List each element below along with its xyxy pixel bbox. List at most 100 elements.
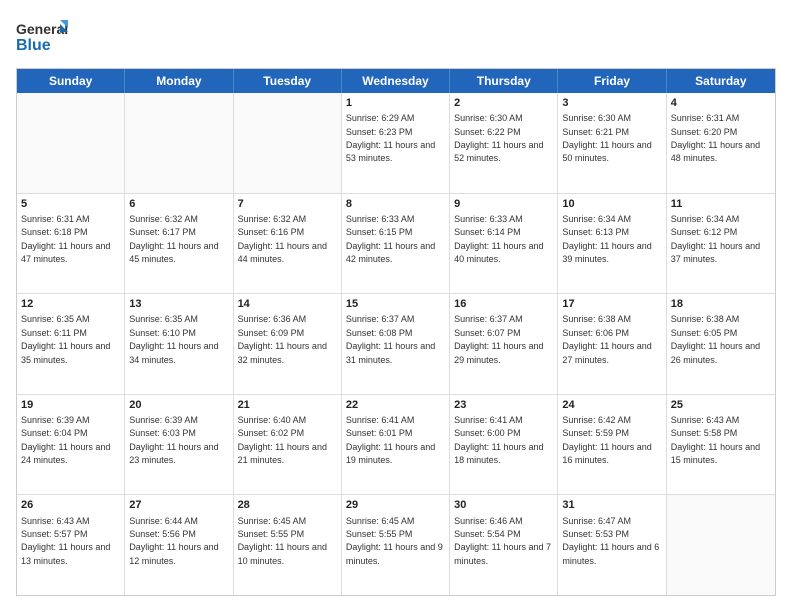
day-info: Sunrise: 6:33 AM Sunset: 6:15 PM Dayligh… [346, 214, 435, 264]
calendar-page: General Blue SundayMondayTuesdayWednesda… [0, 0, 792, 612]
calendar-cell: 1Sunrise: 6:29 AM Sunset: 6:23 PM Daylig… [342, 93, 450, 193]
calendar-cell: 24Sunrise: 6:42 AM Sunset: 5:59 PM Dayli… [558, 395, 666, 495]
calendar-week-row: 1Sunrise: 6:29 AM Sunset: 6:23 PM Daylig… [17, 93, 775, 193]
day-info: Sunrise: 6:32 AM Sunset: 6:16 PM Dayligh… [238, 214, 327, 264]
calendar-cell: 31 Sunrise: 6:47 AM Sunset: 5:53 PM Dayli… [558, 495, 666, 595]
calendar-cell: 28 Sunrise: 6:45 AM Sunset: 5:55 PM Dayli… [234, 495, 342, 595]
day-info: Sunrise: 6:35 AM Sunset: 6:11 PM Dayligh… [21, 314, 110, 364]
day-info: Sunrise: 6:36 AM Sunset: 6:09 PM Dayligh… [238, 314, 327, 364]
day-number: 25 [671, 398, 771, 412]
calendar-cell: 25 Sunrise: 6:43 AM Sunset: 5:58 PM Dayli… [667, 395, 775, 495]
day-info: Sunrise: 6:38 AM Sunset: 6:05 PM Dayligh… [671, 314, 760, 364]
day-info: Sunrise: 6:43 AM Sunset: 5:57 PM Dayligh… [21, 516, 110, 566]
calendar-cell: 23Sunrise: 6:41 AM Sunset: 6:00 PM Dayli… [450, 395, 558, 495]
calendar-cell: 27 Sunrise: 6:44 AM Sunset: 5:56 PM Dayli… [125, 495, 233, 595]
day-number: 12 [21, 297, 120, 311]
calendar-cell: 7 Sunrise: 6:32 AM Sunset: 6:16 PM Daylig… [234, 194, 342, 294]
calendar-cell: 20 Sunrise: 6:39 AM Sunset: 6:03 PM Dayli… [125, 395, 233, 495]
day-info: Sunrise: 6:39 AM Sunset: 6:04 PM Dayligh… [21, 415, 110, 465]
day-info: Sunrise: 6:46 AM Sunset: 5:54 PM Dayligh… [454, 516, 551, 566]
day-number: 11 [671, 197, 771, 211]
svg-text:Blue: Blue [16, 37, 51, 54]
day-info: Sunrise: 6:37 AM Sunset: 6:07 PM Dayligh… [454, 314, 543, 364]
calendar: SundayMondayTuesdayWednesdayThursdayFrid… [16, 68, 776, 596]
day-info: Sunrise: 6:39 AM Sunset: 6:03 PM Dayligh… [129, 415, 218, 465]
calendar-cell: 15 Sunrise: 6:37 AM Sunset: 6:08 PM Dayli… [342, 294, 450, 394]
day-number: 28 [238, 498, 337, 512]
day-info: Sunrise: 6:40 AM Sunset: 6:02 PM Dayligh… [238, 415, 327, 465]
day-info: Sunrise: 6:38 AM Sunset: 6:06 PM Dayligh… [562, 314, 651, 364]
day-of-week-header: Sunday [17, 69, 125, 93]
day-info: Sunrise: 6:30 AM Sunset: 6:22 PM Dayligh… [454, 113, 543, 163]
day-number: 20 [129, 398, 228, 412]
calendar-cell: 6Sunrise: 6:32 AM Sunset: 6:17 PM Daylig… [125, 194, 233, 294]
day-of-week-header: Thursday [450, 69, 558, 93]
day-number: 30 [454, 498, 553, 512]
day-info: Sunrise: 6:32 AM Sunset: 6:17 PM Dayligh… [129, 214, 218, 264]
calendar-body: 1Sunrise: 6:29 AM Sunset: 6:23 PM Daylig… [17, 93, 775, 595]
day-number: 16 [454, 297, 553, 311]
calendar-week-row: 5 Sunrise: 6:31 AM Sunset: 6:18 PM Daylig… [17, 193, 775, 294]
logo-icon: General Blue [16, 16, 68, 58]
calendar-cell: 13 Sunrise: 6:35 AM Sunset: 6:10 PM Dayli… [125, 294, 233, 394]
day-info: Sunrise: 6:35 AM Sunset: 6:10 PM Dayligh… [129, 314, 218, 364]
page-header: General Blue [16, 16, 776, 58]
day-info: Sunrise: 6:43 AM Sunset: 5:58 PM Dayligh… [671, 415, 760, 465]
calendar-week-row: 26Sunrise: 6:43 AM Sunset: 5:57 PM Dayli… [17, 494, 775, 595]
day-info: Sunrise: 6:34 AM Sunset: 6:12 PM Dayligh… [671, 214, 760, 264]
calendar-cell: 22 Sunrise: 6:41 AM Sunset: 6:01 PM Dayli… [342, 395, 450, 495]
day-info: Sunrise: 6:41 AM Sunset: 6:01 PM Dayligh… [346, 415, 435, 465]
calendar-cell: 3Sunrise: 6:30 AM Sunset: 6:21 PM Daylig… [558, 93, 666, 193]
day-info: Sunrise: 6:44 AM Sunset: 5:56 PM Dayligh… [129, 516, 218, 566]
calendar-cell: 30 Sunrise: 6:46 AM Sunset: 5:54 PM Dayli… [450, 495, 558, 595]
calendar-cell: 29Sunrise: 6:45 AM Sunset: 5:55 PM Dayli… [342, 495, 450, 595]
day-info: Sunrise: 6:34 AM Sunset: 6:13 PM Dayligh… [562, 214, 651, 264]
day-number: 17 [562, 297, 661, 311]
day-info: Sunrise: 6:31 AM Sunset: 6:18 PM Dayligh… [21, 214, 110, 264]
calendar-cell [17, 93, 125, 193]
day-of-week-header: Monday [125, 69, 233, 93]
calendar-header: SundayMondayTuesdayWednesdayThursdayFrid… [17, 69, 775, 93]
day-number: 10 [562, 197, 661, 211]
day-number: 21 [238, 398, 337, 412]
day-info: Sunrise: 6:33 AM Sunset: 6:14 PM Dayligh… [454, 214, 543, 264]
day-number: 14 [238, 297, 337, 311]
calendar-cell [667, 495, 775, 595]
day-number: 5 [21, 197, 120, 211]
day-number: 7 [238, 197, 337, 211]
calendar-cell: 5 Sunrise: 6:31 AM Sunset: 6:18 PM Daylig… [17, 194, 125, 294]
calendar-cell: 17 Sunrise: 6:38 AM Sunset: 6:06 PM Dayli… [558, 294, 666, 394]
day-number: 13 [129, 297, 228, 311]
day-info: Sunrise: 6:45 AM Sunset: 5:55 PM Dayligh… [238, 516, 327, 566]
day-info: Sunrise: 6:30 AM Sunset: 6:21 PM Dayligh… [562, 113, 651, 163]
day-info: Sunrise: 6:45 AM Sunset: 5:55 PM Dayligh… [346, 516, 443, 566]
calendar-cell: 2 Sunrise: 6:30 AM Sunset: 6:22 PM Daylig… [450, 93, 558, 193]
day-info: Sunrise: 6:47 AM Sunset: 5:53 PM Dayligh… [562, 516, 659, 566]
day-number: 1 [346, 96, 445, 110]
calendar-week-row: 19Sunrise: 6:39 AM Sunset: 6:04 PM Dayli… [17, 394, 775, 495]
calendar-week-row: 12 Sunrise: 6:35 AM Sunset: 6:11 PM Dayli… [17, 293, 775, 394]
day-number: 8 [346, 197, 445, 211]
day-number: 27 [129, 498, 228, 512]
calendar-cell: 26Sunrise: 6:43 AM Sunset: 5:57 PM Dayli… [17, 495, 125, 595]
calendar-cell: 16 Sunrise: 6:37 AM Sunset: 6:07 PM Dayli… [450, 294, 558, 394]
day-number: 15 [346, 297, 445, 311]
day-of-week-header: Friday [558, 69, 666, 93]
logo: General Blue [16, 16, 68, 58]
day-number: 2 [454, 96, 553, 110]
calendar-cell: 14 Sunrise: 6:36 AM Sunset: 6:09 PM Dayli… [234, 294, 342, 394]
calendar-cell: 19Sunrise: 6:39 AM Sunset: 6:04 PM Dayli… [17, 395, 125, 495]
calendar-cell: 12 Sunrise: 6:35 AM Sunset: 6:11 PM Dayli… [17, 294, 125, 394]
day-number: 23 [454, 398, 553, 412]
day-number: 9 [454, 197, 553, 211]
calendar-cell: 9 Sunrise: 6:33 AM Sunset: 6:14 PM Daylig… [450, 194, 558, 294]
calendar-cell: 8 Sunrise: 6:33 AM Sunset: 6:15 PM Daylig… [342, 194, 450, 294]
day-number: 18 [671, 297, 771, 311]
day-number: 31 [562, 498, 661, 512]
calendar-cell: 21 Sunrise: 6:40 AM Sunset: 6:02 PM Dayli… [234, 395, 342, 495]
calendar-cell: 4Sunrise: 6:31 AM Sunset: 6:20 PM Daylig… [667, 93, 775, 193]
day-number: 4 [671, 96, 771, 110]
day-info: Sunrise: 6:37 AM Sunset: 6:08 PM Dayligh… [346, 314, 435, 364]
day-number: 22 [346, 398, 445, 412]
calendar-cell [125, 93, 233, 193]
